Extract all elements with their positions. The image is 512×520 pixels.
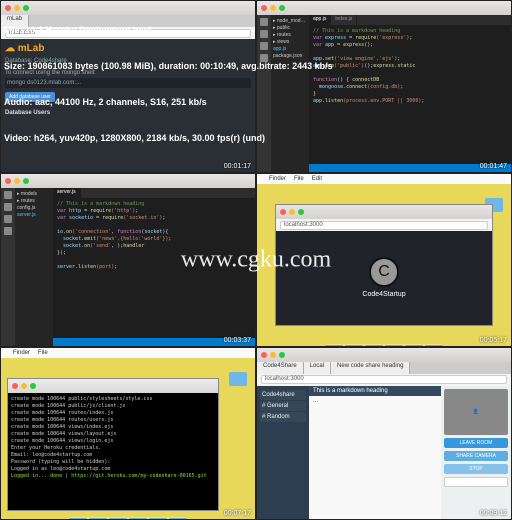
menu-item[interactable]: Finder [269,176,286,182]
close-icon[interactable] [280,209,286,215]
page-content: C Code4Startup [276,231,492,324]
terminal-body[interactable]: create mode 100644 public/stylesheets/st… [8,393,218,510]
watermark-text: www.cgku.com [181,247,331,274]
minimize-icon[interactable] [289,209,295,215]
thumb-terminal: Finder File create mode 100644 public/st… [0,347,256,520]
menu-item[interactable]: File [294,176,304,182]
sidebar-brand: Code4share [260,390,306,400]
window-titlebar [8,379,218,393]
chat-message: ... [309,396,441,406]
address-bar: localhost:3000 [257,374,511,386]
activity-bar [1,188,15,345]
meta-audio: Audio: aac, 44100 Hz, 2 channels, S16, 2… [4,96,333,108]
minimize-icon[interactable] [270,352,276,358]
chat-header: This is a markdown heading [309,386,441,396]
window-titlebar [1,174,255,188]
zoom-icon[interactable] [298,209,304,215]
close-icon[interactable] [12,383,18,389]
chat-app: Code4share # General # Random This is a … [257,386,511,519]
frame-timestamp: 00:03:37 [224,337,251,344]
file-explorer[interactable]: ▸ models ▸ routes config.js server.js [15,188,53,345]
thumb-chat-app: Code4Share Local New code share heading … [256,347,512,520]
sidebar-channel[interactable]: # Random [260,412,306,422]
media-metadata: File: 10-2 Heroku Deployment.mp4 Size: 1… [4,0,333,156]
brand-label: Code4Startup [362,291,405,298]
minimize-icon[interactable] [21,383,27,389]
menu-item[interactable]: Finder [13,350,30,356]
editor-tab[interactable]: server.js [53,188,81,198]
browser-tab[interactable]: Local [304,362,331,374]
zoom-icon[interactable] [279,352,285,358]
tree-item[interactable]: ▸ models [17,191,51,197]
window-titlebar [257,348,511,362]
terminal-window: create mode 100644 public/stylesheets/st… [7,378,219,511]
frame-timestamp: 00:09:12 [480,510,507,517]
menu-item[interactable]: File [38,350,48,356]
share-camera-button[interactable]: SHARE CAMERA [444,451,508,461]
zoom-icon[interactable] [23,178,29,184]
code-area[interactable]: // This is a markdown headingvar express… [309,25,511,108]
window-titlebar [276,205,492,219]
stop-button[interactable]: STOP [444,464,508,474]
brand-logo-icon: C [369,257,399,287]
editor-tabs: server.js [53,188,255,198]
url-input[interactable]: localhost:3000 [261,375,507,384]
chat-main: This is a markdown heading ... [309,386,441,519]
menu-item[interactable]: Edit [312,176,322,182]
mac-menubar: Finder File [1,348,255,358]
meta-video: Video: h264, yuv420p, 1280X800, 2184 kb/… [4,132,333,144]
chat-input[interactable] [444,477,508,487]
frame-timestamp: 00:01:17 [224,163,251,170]
debug-icon[interactable] [4,227,12,235]
chat-sidebar: Code4share # General # Random [257,386,309,519]
explorer-icon[interactable] [4,191,12,199]
folder-icon[interactable] [229,372,247,386]
video-avatar: 👤 [444,389,508,435]
git-icon[interactable] [4,215,12,223]
tree-item[interactable]: config.js [17,205,51,211]
chat-right-panel: 👤 LEAVE ROOM SHARE CAMERA STOP [441,386,511,519]
tree-item[interactable]: ▸ routes [17,198,51,204]
meta-size: Size: 190861083 bytes (100.98 MiB), dura… [4,60,333,72]
mac-menubar: Finder File Edit [257,174,511,184]
meta-file: File: 10-2 Heroku Deployment.mp4 [4,24,333,36]
minimize-icon[interactable] [14,178,20,184]
browser-tab[interactable]: New code share heading [331,362,410,374]
browser-tab[interactable]: Code4Share [257,362,304,374]
tree-item[interactable]: server.js [17,212,51,218]
close-icon[interactable] [261,352,267,358]
sidebar-channel[interactable]: # General [260,401,306,411]
desktop: create mode 100644 public/stylesheets/st… [1,358,255,520]
address-bar: localhost:3000 [276,219,492,231]
close-icon[interactable] [5,178,11,184]
frame-timestamp: 00:07:17 [224,510,251,517]
zoom-icon[interactable] [30,383,36,389]
url-input[interactable]: localhost:3000 [280,221,488,230]
editor-main: app.js index.js // This is a markdown he… [309,15,511,172]
leave-room-button[interactable]: LEAVE ROOM [444,438,508,448]
frame-timestamp: 00:01:47 [480,163,507,170]
browser-tabs: Code4Share Local New code share heading [257,362,511,374]
editor-tabs: app.js index.js [309,15,511,25]
frame-timestamp: 00:05:17 [480,337,507,344]
editor-tab[interactable]: index.js [331,15,357,25]
search-icon[interactable] [4,203,12,211]
